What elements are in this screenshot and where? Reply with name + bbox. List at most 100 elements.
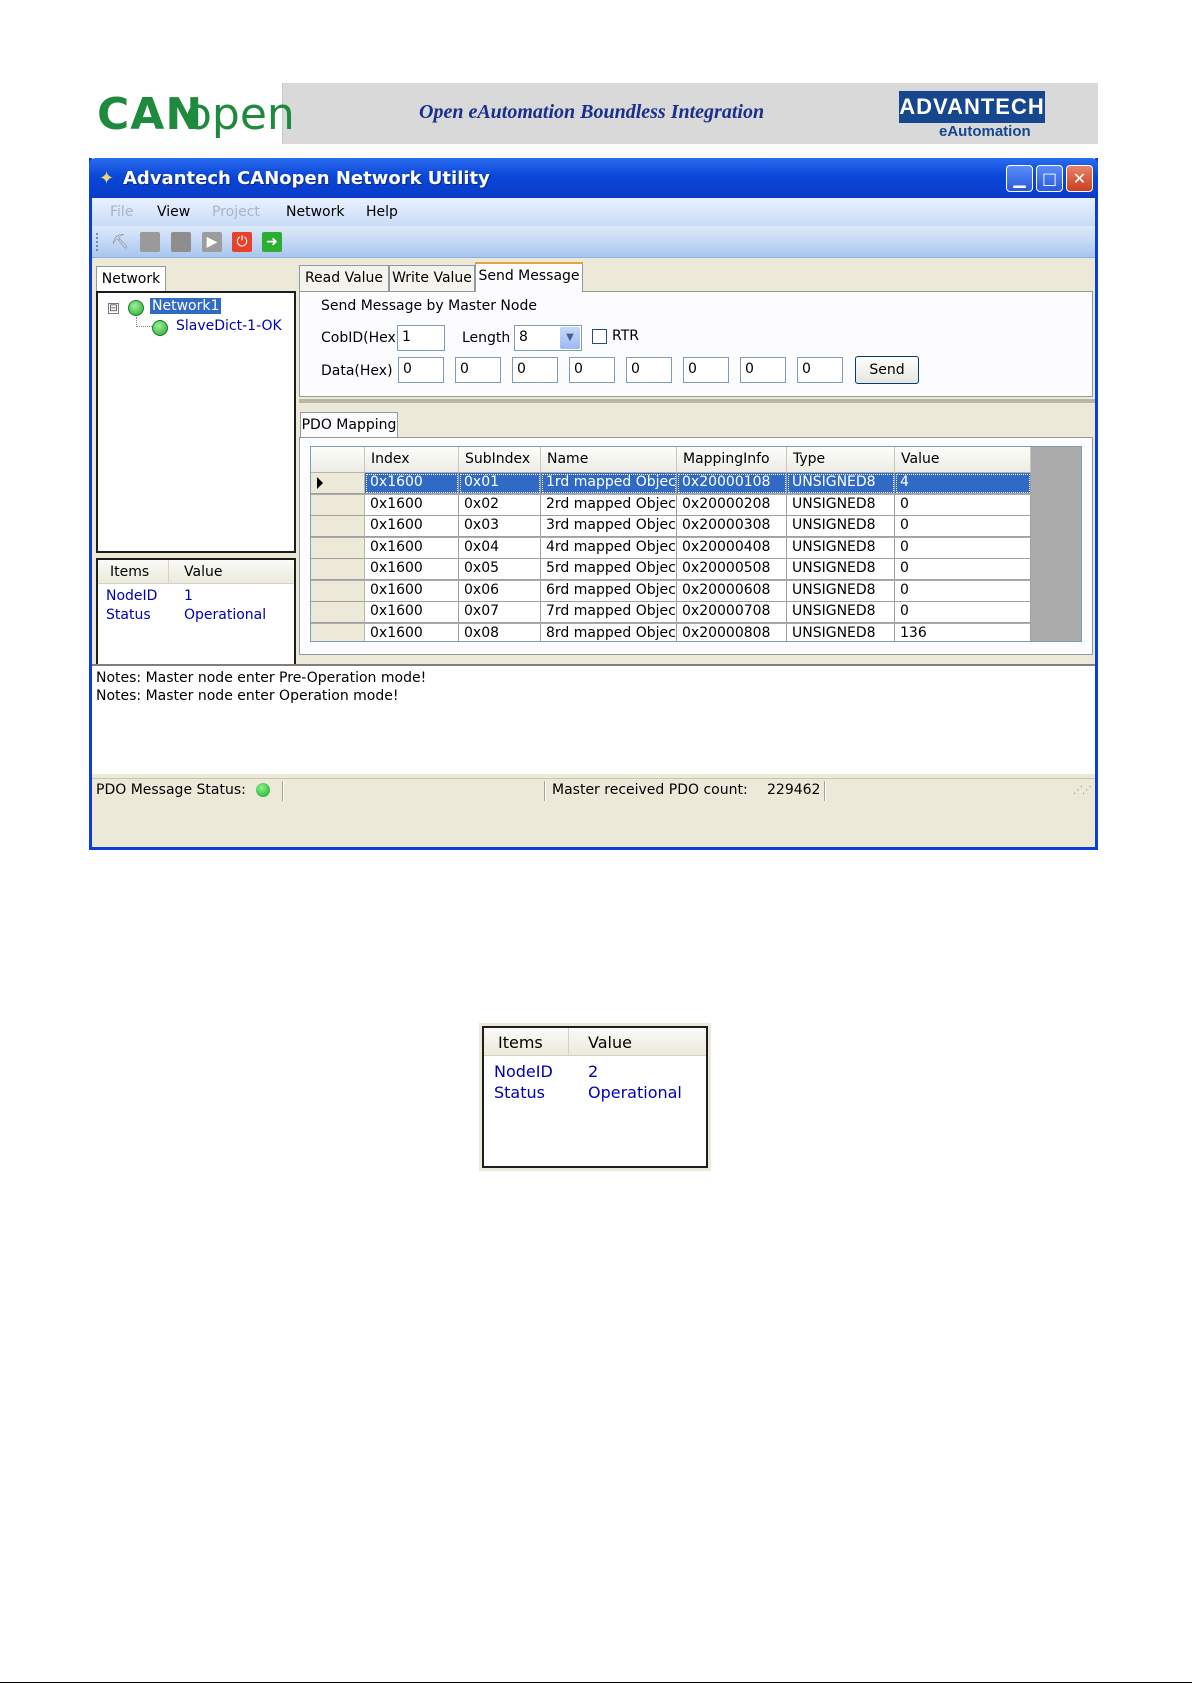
cell-mapping-info[interactable]: 0x20000508 [677,559,787,580]
cell-type[interactable]: UNSIGNED8 [787,623,895,641]
cell-name[interactable]: 7rd mapped Object [541,602,677,623]
table-row[interactable]: 0x1600 0x06 6rd mapped Object 0x20000608 UNS… [311,580,1031,602]
table-row[interactable]: 0x1600 0x08 8rd mapped Object 0x20000808 UNS… [311,623,1031,641]
data-byte-3[interactable]: 0 [569,357,615,383]
col-index[interactable]: Index [365,447,459,473]
cell-type[interactable]: UNSIGNED8 [787,580,895,602]
cell-index[interactable]: 0x1600 [365,516,459,537]
cell-mapping-info[interactable]: 0x20000408 [677,537,787,559]
cell-type[interactable]: UNSIGNED8 [787,602,895,623]
table-row[interactable]: 0x1600 0x01 1rd mapped Object 0x20000108 UNS… [311,473,1031,494]
props-header-value[interactable]: Value [184,564,222,580]
title-bar[interactable]: ✦ Advantech CANopen Network Utility ▁ □ … [89,158,1098,198]
data-byte-4[interactable]: 0 [626,357,672,383]
cell-type[interactable]: UNSIGNED8 [787,516,895,537]
props-header-items[interactable]: Items [110,564,149,580]
cell-name[interactable]: 5rd mapped Object [541,559,677,580]
cell-type[interactable]: UNSIGNED8 [787,473,895,494]
table-row[interactable]: 0x1600 0x03 3rd mapped Object 0x20000308 UNS… [311,516,1031,537]
row-header[interactable] [311,473,365,494]
row-header[interactable] [311,494,365,516]
col-name[interactable]: Name [541,447,677,473]
cell-name[interactable]: 1rd mapped Object [541,473,677,494]
maximize-button[interactable]: □ [1036,165,1063,192]
table-row[interactable]: 0x1600 0x07 7rd mapped Object 0x20000708 UNS… [311,602,1031,623]
play-icon[interactable]: ▶ [202,232,222,252]
data-byte-1[interactable]: 0 [455,357,501,383]
cell-value[interactable]: 0 [895,559,1031,580]
cell-index[interactable]: 0x1600 [365,473,459,494]
data-byte-7[interactable]: 0 [797,357,843,383]
cell-value[interactable]: 136 [895,623,1031,641]
col-type[interactable]: Type [787,447,895,473]
menu-project[interactable]: Project [212,204,260,220]
cell-index[interactable]: 0x1600 [365,623,459,641]
cell-index[interactable]: 0x1600 [365,580,459,602]
cell-subindex[interactable]: 0x02 [459,494,541,516]
tab-send-message[interactable]: Send Message [475,262,583,292]
cell-subindex[interactable]: 0x01 [459,473,541,494]
data-byte-5[interactable]: 0 [683,357,729,383]
cell-value[interactable]: 0 [895,494,1031,516]
collapse-icon[interactable]: ⊟ [108,303,119,314]
cell-mapping-info[interactable]: 0x20000708 [677,602,787,623]
cell-value[interactable]: 0 [895,516,1031,537]
row-header[interactable] [311,516,365,537]
stop-icon[interactable]: ⏻ [232,232,252,252]
tab-write-value[interactable]: Write Value [389,265,475,291]
cell-mapping-info[interactable]: 0x20000608 [677,580,787,602]
cell-name[interactable]: 4rd mapped Object [541,537,677,559]
data-byte-6[interactable]: 0 [740,357,786,383]
rtr-checkbox[interactable] [592,329,607,344]
tab-network[interactable]: Network [96,266,166,292]
col-value[interactable]: Value [895,447,1031,473]
tab-read-value[interactable]: Read Value [299,265,389,291]
col-subindex[interactable]: SubIndex [459,447,541,473]
menu-help[interactable]: Help [366,204,398,220]
length-select[interactable]: 8 ▼ [514,325,582,351]
cobid-input[interactable]: 1 [397,325,445,351]
menu-view[interactable]: View [157,204,190,220]
row-header[interactable] [311,537,365,559]
cell-type[interactable]: UNSIGNED8 [787,494,895,516]
cell-index[interactable]: 0x1600 [365,602,459,623]
cell-name[interactable]: 6rd mapped Object [541,580,677,602]
table-row[interactable]: 0x1600 0x02 2rd mapped Object 0x20000208 UNS… [311,494,1031,516]
row-header[interactable] [311,602,365,623]
cell-index[interactable]: 0x1600 [365,494,459,516]
cell-type[interactable]: UNSIGNED8 [787,559,895,580]
scan-icon[interactable]: ⛏ [110,232,130,252]
tree-node-slave[interactable]: SlaveDict-1-OK [176,318,282,334]
panel-splitter[interactable] [299,399,1095,403]
cell-index[interactable]: 0x1600 [365,537,459,559]
cell-subindex[interactable]: 0x03 [459,516,541,537]
cell-name[interactable]: 3rd mapped Object [541,516,677,537]
chevron-down-icon[interactable]: ▼ [560,327,580,349]
cell-value[interactable]: 4 [895,473,1031,494]
cell-subindex[interactable]: 0x08 [459,623,541,641]
menu-network[interactable]: Network [286,204,344,220]
send-button[interactable]: Send [855,356,919,384]
table-row[interactable]: 0x1600 0x04 4rd mapped Object 0x20000408 UNS… [311,537,1031,559]
resize-grip-icon[interactable]: ⋰⋰ [1073,785,1092,796]
tree-node-network1[interactable]: Network1 [150,298,222,314]
row-header[interactable] [311,623,365,641]
cell-subindex[interactable]: 0x06 [459,580,541,602]
cell-subindex[interactable]: 0x04 [459,537,541,559]
exit-arrow-icon[interactable]: ➜ [262,232,282,252]
open-icon[interactable] [140,232,160,252]
row-header[interactable] [311,559,365,580]
table-row[interactable]: 0x1600 0x05 5rd mapped Object 0x20000508 UNS… [311,559,1031,580]
col-mapping-info[interactable]: MappingInfo [677,447,787,473]
cell-mapping-info[interactable]: 0x20000208 [677,494,787,516]
cell-mapping-info[interactable]: 0x20000108 [677,473,787,494]
save-icon[interactable] [171,232,191,252]
data-byte-0[interactable]: 0 [398,357,444,383]
row-header[interactable] [311,580,365,602]
cell-name[interactable]: 8rd mapped Object [541,623,677,641]
cell-value[interactable]: 0 [895,602,1031,623]
cell-mapping-info[interactable]: 0x20000808 [677,623,787,641]
minimize-button[interactable]: ▁ [1006,165,1033,192]
close-button[interactable]: ✕ [1066,165,1093,192]
tab-pdo-mapping[interactable]: PDO Mapping [300,412,398,438]
